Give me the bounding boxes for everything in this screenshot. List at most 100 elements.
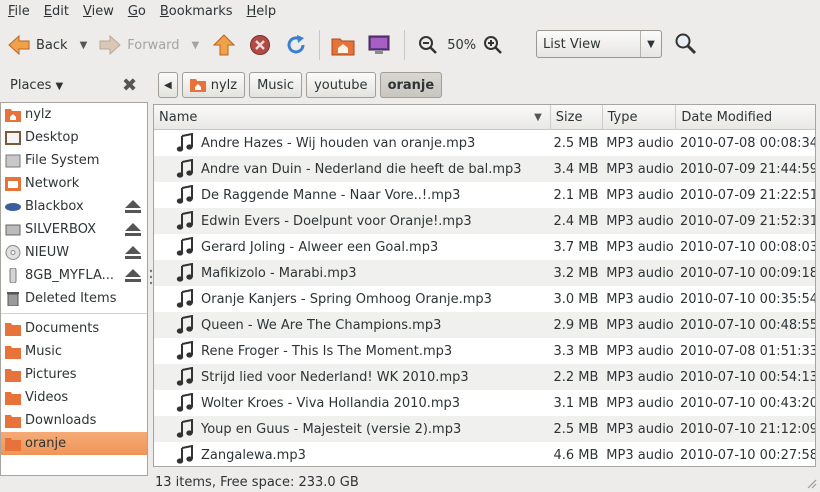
computer-icon (368, 35, 390, 54)
file-row[interactable]: Queen - We Are The Champions.mp3 2.9 MB MP… (154, 312, 815, 338)
sidebar-item-nylz[interactable]: nylz (1, 103, 147, 126)
sidebar-item-label: NIEUW (25, 245, 70, 260)
folder-icon (5, 323, 21, 336)
file-date: 2010-07-10 00:35:54 (680, 291, 816, 307)
sidebar-item-silverbox[interactable]: SILVERBOX (1, 218, 147, 241)
sidebar-item-downloads[interactable]: Downloads (1, 409, 147, 432)
path-button-music[interactable]: Music (249, 72, 303, 98)
back-history-dropdown[interactable]: ▼ (80, 40, 88, 51)
search-icon (675, 33, 697, 55)
sidebar-item-videos[interactable]: Videos (1, 386, 147, 409)
audio-file-icon (176, 159, 193, 178)
file-row[interactable]: Andre van Duin - Nederland die heeft de … (154, 156, 815, 182)
search-button[interactable] (674, 32, 698, 60)
sidebar-item-blackbox[interactable]: Blackbox (1, 195, 147, 218)
file-size: 2.5 MB (553, 421, 599, 437)
zoom-out-button[interactable] (415, 32, 441, 58)
file-size: 2.9 MB (553, 317, 599, 333)
file-row[interactable]: Mafikizolo - Marabi.mp3 3.2 MB MP3 audio 20… (154, 260, 815, 286)
menu-go[interactable]: Go (120, 4, 152, 19)
forward-history-dropdown[interactable]: ▼ (192, 40, 200, 51)
sidebar-item-music[interactable]: Music (1, 340, 147, 363)
view-mode-select[interactable]: List View ▼ (536, 30, 662, 58)
file-date: 2010-07-10 00:08:03 (680, 239, 816, 255)
path-button-youtube[interactable]: youtube (306, 72, 376, 98)
file-size: 3.3 MB (553, 343, 599, 359)
sidebar-places: nylz Desktop File System Network Blackbo… (0, 102, 148, 476)
home-button[interactable] (330, 32, 356, 58)
eject-icon[interactable] (125, 246, 141, 259)
reload-button[interactable] (283, 32, 309, 58)
sidebar-item-file-system[interactable]: File System (1, 149, 147, 172)
column-header-date[interactable]: Date Modified (676, 105, 815, 129)
forward-button[interactable]: Forward ▼ (99, 28, 199, 62)
file-row[interactable]: Edwin Evers - Doelpunt voor Oranje!.mp3 2… (154, 208, 815, 234)
file-row[interactable]: Strijd lied voor Nederland! WK 2010.mp3 2… (154, 364, 815, 390)
sidebar-item-label: 8GB_MYFLA... (25, 268, 115, 283)
file-row[interactable]: Rene Froger - This Is The Moment.mp3 3.3 … (154, 338, 815, 364)
file-date: 2010-07-08 00:08:34 (680, 135, 816, 151)
zoom-level[interactable]: 50% (447, 38, 476, 53)
sidebar-item-pictures[interactable]: Pictures (1, 363, 147, 386)
file-date: 2010-07-10 00:48:55 (680, 317, 816, 333)
column-header-label: Date Modified (681, 109, 773, 125)
file-name-cell: Mafikizolo - Marabi.mp3 (154, 263, 550, 283)
path-scroll-left-button[interactable]: ◀ (158, 72, 178, 98)
places-selector[interactable]: Places ▼ (10, 78, 63, 93)
folder-icon (5, 369, 21, 382)
menu-file[interactable]: File (0, 4, 36, 19)
up-button[interactable] (211, 32, 237, 58)
sort-descending-icon: ▼ (534, 111, 542, 123)
file-size: 3.7 MB (553, 239, 599, 255)
sidebar-item-nieuw[interactable]: NIEUW (1, 241, 147, 264)
eject-icon[interactable] (125, 269, 141, 282)
back-button[interactable]: Back ▼ (8, 28, 87, 62)
menu-help[interactable]: Help (239, 4, 283, 19)
file-row[interactable]: Wolter Kroes - Viva Hollandia 2010.mp3 3.… (154, 390, 815, 416)
file-row[interactable]: Youp en Guus - Majesteit (versie 2).mp3 2… (154, 416, 815, 442)
menu-view[interactable]: View (75, 4, 120, 19)
column-header-name[interactable]: Name ▼ (154, 105, 551, 129)
sidebar-item-usb[interactable]: 8GB_MYFLA... (1, 264, 147, 287)
file-date: 2010-07-10 00:43:20 (680, 395, 816, 411)
file-name-cell: Queen - We Are The Champions.mp3 (154, 315, 550, 335)
computer-button[interactable] (366, 32, 392, 58)
file-row[interactable]: Zangalewa.mp3 4.6 MB MP3 audio 2010-07-10 0… (154, 442, 815, 466)
eject-icon[interactable] (125, 200, 141, 213)
file-date: 2010-07-10 00:54:13 (680, 369, 816, 385)
menu-bookmarks[interactable]: Bookmarks (152, 4, 239, 19)
audio-file-icon (176, 185, 193, 204)
sidebar-item-documents[interactable]: Documents (1, 317, 147, 340)
file-row[interactable]: Oranje Kanjers - Spring Omhoog Oranje.mp… (154, 286, 815, 312)
up-arrow-icon (213, 34, 236, 56)
close-icon[interactable]: ✖ (122, 75, 137, 96)
menu-edit[interactable]: Edit (36, 4, 75, 19)
path-button-oranje[interactable]: oranje (379, 72, 443, 98)
file-name: Andre van Duin - Nederland die heeft de … (201, 161, 522, 177)
column-header-size[interactable]: Size (551, 105, 603, 129)
file-row[interactable]: Andre Hazes - Wij houden van oranje.mp3 2… (154, 130, 815, 156)
sidebar-item-label: Documents (25, 321, 100, 336)
file-name: Strijd lied voor Nederland! WK 2010.mp3 (201, 369, 469, 385)
file-size: 4.6 MB (553, 447, 599, 463)
sidebar-item-desktop[interactable]: Desktop (1, 126, 147, 149)
chevron-left-icon: ◀ (164, 79, 172, 91)
audio-file-icon (176, 445, 193, 464)
file-row[interactable]: De Raggende Manne - Naar Vore..!.mp3 2.1 … (154, 182, 815, 208)
path-button-nylz[interactable]: nylz (181, 72, 246, 98)
sidebar-item-deleted[interactable]: Deleted Items (1, 287, 147, 310)
sidebar-item-network[interactable]: Network (1, 172, 147, 195)
column-header-label: Type (607, 109, 638, 125)
sidebar-item-oranje[interactable]: oranje (1, 432, 147, 455)
file-name: Rene Froger - This Is The Moment.mp3 (201, 343, 453, 359)
column-header-type[interactable]: Type (603, 105, 677, 129)
file-row[interactable]: Gerard Joling - Alweer een Goal.mp3 3.7 M… (154, 234, 815, 260)
file-size: 2.4 MB (553, 213, 599, 229)
eject-icon[interactable] (125, 223, 141, 236)
stop-button[interactable] (247, 32, 273, 58)
window-resize-grip[interactable] (805, 477, 817, 489)
column-header-label: Size (555, 109, 583, 125)
file-date: 2010-07-08 01:51:33 (680, 343, 816, 359)
zoom-in-button[interactable] (480, 32, 506, 58)
path-label: Music (257, 77, 295, 93)
